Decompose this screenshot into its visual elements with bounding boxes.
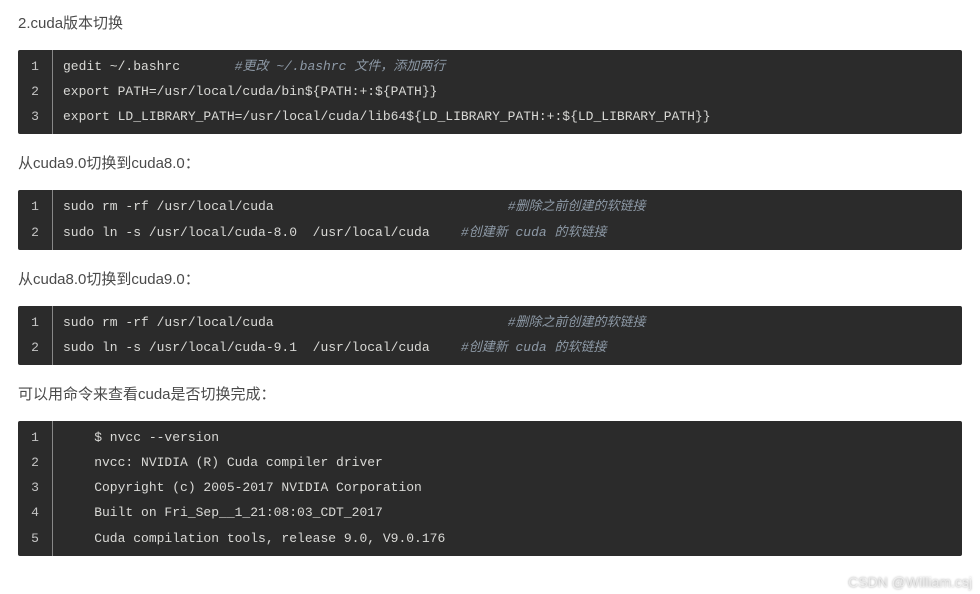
watermark-text: CSDN @William.csj	[848, 574, 972, 590]
code-block-to-cuda8: 1 sudo rm -rf /usr/local/cuda #删除之前创建的软链…	[18, 190, 962, 249]
paragraph-verify: 可以用命令来查看cuda是否切换完成：	[18, 383, 962, 407]
code-row: 3 Copyright (c) 2005-2017 NVIDIA Corpora…	[18, 476, 962, 501]
code-row: 4 Built on Fri_Sep__1_21:08:03_CDT_2017	[18, 501, 962, 526]
code-comment: #删除之前创建的软链接	[508, 199, 646, 214]
line-number: 2	[18, 451, 52, 476]
paragraph-switch-to-9: 从cuda8.0切换到cuda9.0：	[18, 268, 962, 292]
code-line: Copyright (c) 2005-2017 NVIDIA Corporati…	[52, 476, 962, 501]
code-row: 5 Cuda compilation tools, release 9.0, V…	[18, 526, 962, 556]
code-line: Cuda compilation tools, release 9.0, V9.…	[52, 526, 962, 556]
code-comment: #更改 ~/.bashrc 文件，添加两行	[235, 59, 446, 74]
line-number: 5	[18, 526, 52, 556]
line-number: 3	[18, 105, 52, 135]
line-number: 1	[18, 306, 52, 336]
code-line: sudo rm -rf /usr/local/cuda #删除之前创建的软链接	[52, 190, 962, 220]
code-comment: #创建新 cuda 的软链接	[461, 225, 607, 240]
code-block-to-cuda9: 1 sudo rm -rf /usr/local/cuda #删除之前创建的软链…	[18, 306, 962, 365]
paragraph-switch-to-8: 从cuda9.0切换到cuda8.0：	[18, 152, 962, 176]
code-row: 2 sudo ln -s /usr/local/cuda-9.1 /usr/lo…	[18, 335, 962, 365]
code-block-bashrc: 1 gedit ~/.bashrc #更改 ~/.bashrc 文件，添加两行 …	[18, 50, 962, 134]
code-line: sudo rm -rf /usr/local/cuda #删除之前创建的软链接	[52, 306, 962, 336]
code-text: gedit ~/.bashrc	[63, 59, 180, 74]
code-line: export LD_LIBRARY_PATH=/usr/local/cuda/l…	[52, 105, 962, 135]
line-number: 1	[18, 190, 52, 220]
code-line: export PATH=/usr/local/cuda/bin${PATH:+:…	[52, 80, 962, 105]
code-row: 3 export LD_LIBRARY_PATH=/usr/local/cuda…	[18, 105, 962, 135]
code-row: 1 sudo rm -rf /usr/local/cuda #删除之前创建的软链…	[18, 306, 962, 336]
code-line: sudo ln -s /usr/local/cuda-8.0 /usr/loca…	[52, 220, 962, 250]
line-number: 4	[18, 501, 52, 526]
code-text: sudo ln -s /usr/local/cuda-8.0 /usr/loca…	[63, 225, 430, 240]
code-text: export LD_LIBRARY_PATH=/usr/local/cuda/l…	[63, 109, 711, 124]
code-line: gedit ~/.bashrc #更改 ~/.bashrc 文件，添加两行	[52, 50, 962, 80]
code-text: export PATH=/usr/local/cuda/bin${PATH:+:…	[63, 84, 437, 99]
line-number: 1	[18, 50, 52, 80]
code-row: 1 $ nvcc --version	[18, 421, 962, 451]
code-line: Built on Fri_Sep__1_21:08:03_CDT_2017	[52, 501, 962, 526]
code-text: sudo rm -rf /usr/local/cuda	[63, 199, 274, 214]
code-line: nvcc: NVIDIA (R) Cuda compiler driver	[52, 451, 962, 476]
code-block-nvcc: 1 $ nvcc --version 2 nvcc: NVIDIA (R) Cu…	[18, 421, 962, 556]
code-row: 1 sudo rm -rf /usr/local/cuda #删除之前创建的软链…	[18, 190, 962, 220]
code-line: sudo ln -s /usr/local/cuda-9.1 /usr/loca…	[52, 335, 962, 365]
line-number: 2	[18, 335, 52, 365]
code-row: 2 export PATH=/usr/local/cuda/bin${PATH:…	[18, 80, 962, 105]
code-row: 2 sudo ln -s /usr/local/cuda-8.0 /usr/lo…	[18, 220, 962, 250]
line-number: 3	[18, 476, 52, 501]
code-text: sudo rm -rf /usr/local/cuda	[63, 315, 274, 330]
line-number: 2	[18, 220, 52, 250]
code-row: 2 nvcc: NVIDIA (R) Cuda compiler driver	[18, 451, 962, 476]
code-comment: #创建新 cuda 的软链接	[461, 340, 607, 355]
line-number: 2	[18, 80, 52, 105]
code-line: $ nvcc --version	[52, 421, 962, 451]
code-text: sudo ln -s /usr/local/cuda-9.1 /usr/loca…	[63, 340, 430, 355]
code-comment: #删除之前创建的软链接	[508, 315, 646, 330]
code-row: 1 gedit ~/.bashrc #更改 ~/.bashrc 文件，添加两行	[18, 50, 962, 80]
section-title: 2.cuda版本切换	[18, 12, 962, 36]
line-number: 1	[18, 421, 52, 451]
